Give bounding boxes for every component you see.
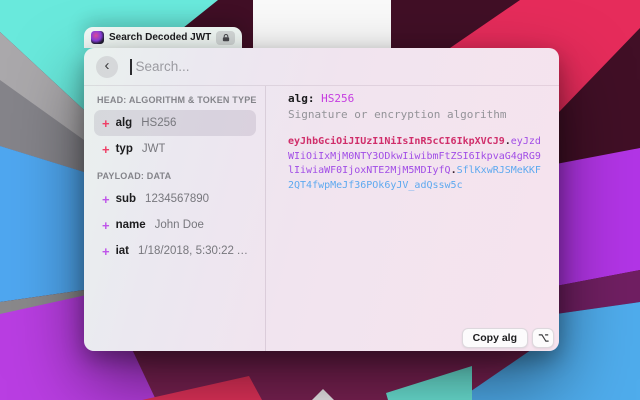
item-value: John Doe [155,219,204,231]
plus-icon: + [102,219,110,232]
search-bar: ‹ [84,48,559,86]
action-bar: Copy alg [462,328,554,348]
item-key: alg [116,117,133,129]
plus-icon: + [102,245,110,258]
extension-tab[interactable]: Search Decoded JWT [84,27,242,48]
list-item-sub[interactable]: + sub 1234567890 [94,186,256,212]
detail-key: alg: [288,92,315,105]
plus-icon: + [102,117,110,130]
section-header: HEAD: ALGORITHM & TOKEN TYPE [97,95,253,105]
option-key-icon [538,333,549,343]
item-key: sub [116,193,136,205]
jwt-extension-icon [91,31,104,44]
item-value: HS256 [141,117,176,129]
result-list: HEAD: ALGORITHM & TOKEN TYPE + alg HS256 + ty… [84,86,265,351]
item-key: typ [116,143,133,155]
list-item-iat[interactable]: + iat 1/18/2018, 5:30:22 AM [94,238,256,264]
back-button[interactable]: ‹ [96,56,118,78]
lock-icon [216,31,235,45]
window-content: HEAD: ALGORITHM & TOKEN TYPE + alg HS256 + ty… [84,86,559,351]
plus-icon: + [102,143,110,156]
extension-title: Search Decoded JWT [109,32,211,43]
item-key: iat [116,245,129,257]
item-value: 1234567890 [145,193,209,205]
list-item-alg[interactable]: + alg HS256 [94,110,256,136]
plus-icon: + [102,193,110,206]
detail-panel: alg: HS256 Signature or encryption algor… [266,86,559,351]
text-cursor [130,59,132,75]
chevron-left-icon: ‹ [105,58,110,73]
detail-description: Signature or encryption algorithm [288,108,547,121]
search-input[interactable] [134,58,548,75]
raycast-window: ‹ HEAD: ALGORITHM & TOKEN TYPE+algHS256+… [84,48,559,351]
list-item-typ[interactable]: + typ JWT [94,136,256,162]
detail-value: HS256 [321,92,354,105]
detail-title: alg: HS256 [288,92,547,105]
item-value: JWT [142,143,166,155]
item-key: name [116,219,146,231]
jwt-token-text: eyJhbGciOiJIUzI1NiIsInR5cCI6IkpXVCJ9.eyJ… [288,135,543,193]
desktop: Search Decoded JWT ‹ HEAD: ALGORITHM & T… [0,0,640,400]
copy-alg-button[interactable]: Copy alg [462,328,528,348]
item-value: 1/18/2018, 5:30:22 AM [138,245,248,257]
token-header: eyJhbGciOiJIUzI1NiIsInR5cCI6IkpXVCJ9 [288,136,505,147]
shortcut-key-button[interactable] [532,328,554,348]
section-header: PAYLOAD: DATA [97,171,253,181]
list-item-name[interactable]: + name John Doe [94,212,256,238]
